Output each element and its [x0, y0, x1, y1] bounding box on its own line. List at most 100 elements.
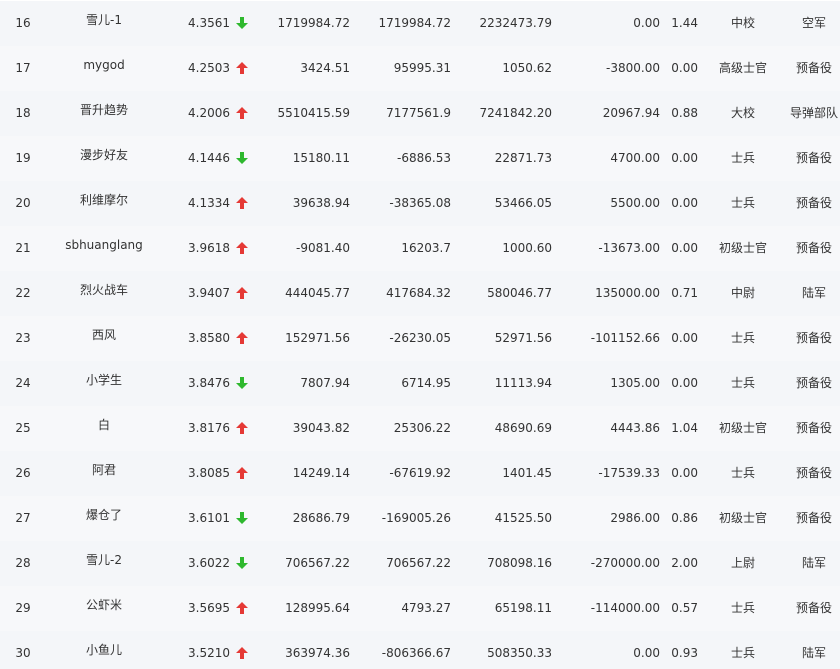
table-row: 23 西风 3.8580 152971.56 -26230.05 52971.5…	[0, 316, 840, 361]
ratio-cell: 0.00	[671, 331, 698, 345]
user-name-link[interactable]: mygod	[55, 59, 153, 71]
user-name-link[interactable]: 晋升趋势	[55, 104, 153, 116]
military-rank-cell: 初级士官	[718, 241, 767, 255]
value-2-cell: 25306.22	[393, 421, 451, 435]
branch-cell: 空军	[801, 16, 826, 30]
score-cell: 3.8085	[188, 466, 230, 480]
value-1-cell: 7807.94	[300, 376, 350, 390]
user-name-link[interactable]: 小学生	[55, 374, 153, 386]
branch-cell: 预备役	[795, 376, 832, 390]
value-2-cell: -169005.26	[381, 511, 451, 525]
value-1-cell: 706567.22	[285, 556, 350, 570]
value-3-cell: 2232473.79	[479, 16, 552, 30]
rank-cell: 27	[15, 511, 31, 525]
user-name-link[interactable]: 利维摩尔	[55, 194, 153, 206]
rank-cell: 18	[15, 106, 31, 120]
military-rank-cell: 中尉	[730, 286, 755, 300]
arrow-up-icon	[236, 421, 248, 434]
score-cell: 3.8580	[188, 331, 230, 345]
user-name-link[interactable]: sbhuanglang	[55, 239, 153, 251]
rank-cell: 29	[15, 601, 31, 615]
score-cell: 3.6022	[188, 556, 230, 570]
value-2-cell: 417684.32	[386, 286, 451, 300]
value-1-cell: 152971.56	[285, 331, 350, 345]
user-name-link[interactable]: 爆仓了	[55, 509, 153, 521]
score-cell: 3.9407	[188, 286, 230, 300]
value-2-cell: 706567.22	[386, 556, 451, 570]
score-cell: 3.5210	[188, 646, 230, 660]
user-name-link[interactable]: 小鱼儿	[55, 644, 153, 656]
rank-cell: 16	[15, 16, 31, 30]
rank-cell: 25	[15, 421, 31, 435]
rank-cell: 21	[15, 241, 31, 255]
rank-cell: 19	[15, 151, 31, 165]
user-name-link[interactable]: 白	[55, 419, 153, 431]
value-4-cell: 5500.00	[610, 196, 660, 210]
arrow-down-icon	[236, 511, 248, 524]
military-rank-cell: 初级士官	[718, 511, 767, 525]
ratio-cell: 0.00	[671, 151, 698, 165]
value-1-cell: 444045.77	[285, 286, 350, 300]
user-name-link[interactable]: 漫步好友	[55, 149, 153, 161]
ratio-cell: 0.00	[671, 376, 698, 390]
branch-cell: 预备役	[795, 241, 832, 255]
value-3-cell: 1401.45	[502, 466, 552, 480]
value-1-cell: 15180.11	[292, 151, 350, 165]
value-4-cell: -101152.66	[590, 331, 660, 345]
branch-cell: 预备役	[795, 151, 832, 165]
ratio-cell: 0.00	[671, 466, 698, 480]
user-name-link[interactable]: 西风	[55, 329, 153, 341]
user-name-link[interactable]: 烈火战车	[55, 284, 153, 296]
military-rank-cell: 初级士官	[718, 421, 767, 435]
branch-cell: 陆军	[801, 646, 826, 660]
value-4-cell: 2986.00	[610, 511, 660, 525]
value-2-cell: 4793.27	[401, 601, 451, 615]
branch-cell: 预备役	[795, 466, 832, 480]
value-2-cell: -6886.53	[397, 151, 451, 165]
arrow-up-icon	[236, 106, 248, 119]
value-3-cell: 11113.94	[494, 376, 552, 390]
table-row: 30 小鱼儿 3.5210 363974.36 -806366.67 50835…	[0, 631, 840, 669]
branch-cell: 导弹部队	[789, 106, 838, 120]
ratio-cell: 0.93	[671, 646, 698, 660]
table-row: 18 晋升趋势 4.2006 5510415.59 7177561.9 7241…	[0, 91, 840, 136]
ratio-cell: 0.88	[671, 106, 698, 120]
ratio-cell: 0.00	[671, 196, 698, 210]
score-cell: 3.8176	[188, 421, 230, 435]
arrow-up-icon	[236, 286, 248, 299]
table-row: 21 sbhuanglang 3.9618 -9081.40 16203.7 1…	[0, 226, 840, 271]
ratio-cell: 1.04	[671, 421, 698, 435]
value-2-cell: 7177561.9	[386, 106, 451, 120]
score-cell: 4.2006	[188, 106, 230, 120]
table-row: 27 爆仓了 3.6101 28686.79 -169005.26 41525.…	[0, 496, 840, 541]
user-name-link[interactable]: 阿君	[55, 464, 153, 476]
rank-cell: 26	[15, 466, 31, 480]
military-rank-cell: 中校	[730, 16, 755, 30]
user-name-link[interactable]: 雪儿-2	[55, 554, 153, 566]
value-3-cell: 580046.77	[487, 286, 552, 300]
user-name-link[interactable]: 公虾米	[55, 599, 153, 611]
value-3-cell: 53466.05	[494, 196, 552, 210]
score-cell: 4.1446	[188, 151, 230, 165]
branch-cell: 陆军	[801, 556, 826, 570]
arrow-up-icon	[236, 466, 248, 479]
value-1-cell: 128995.64	[285, 601, 350, 615]
value-1-cell: 39043.82	[292, 421, 350, 435]
table-row: 19 漫步好友 4.1446 15180.11 -6886.53 22871.7…	[0, 136, 840, 181]
arrow-up-icon	[236, 241, 248, 254]
value-4-cell: 0.00	[633, 16, 660, 30]
value-3-cell: 1050.62	[502, 61, 552, 75]
branch-cell: 预备役	[795, 511, 832, 525]
military-rank-cell: 士兵	[730, 376, 755, 390]
table-row: 29 公虾米 3.5695 128995.64 4793.27 65198.11…	[0, 586, 840, 631]
value-4-cell: 4700.00	[610, 151, 660, 165]
value-1-cell: 363974.36	[285, 646, 350, 660]
value-4-cell: 1305.00	[610, 376, 660, 390]
arrow-down-icon	[236, 16, 248, 29]
table-row: 28 雪儿-2 3.6022 706567.22 706567.22 70809…	[0, 541, 840, 586]
ratio-cell: 0.86	[671, 511, 698, 525]
value-2-cell: 95995.31	[393, 61, 451, 75]
user-name-link[interactable]: 雪儿-1	[55, 14, 153, 26]
value-4-cell: 4443.86	[610, 421, 660, 435]
value-3-cell: 41525.50	[494, 511, 552, 525]
